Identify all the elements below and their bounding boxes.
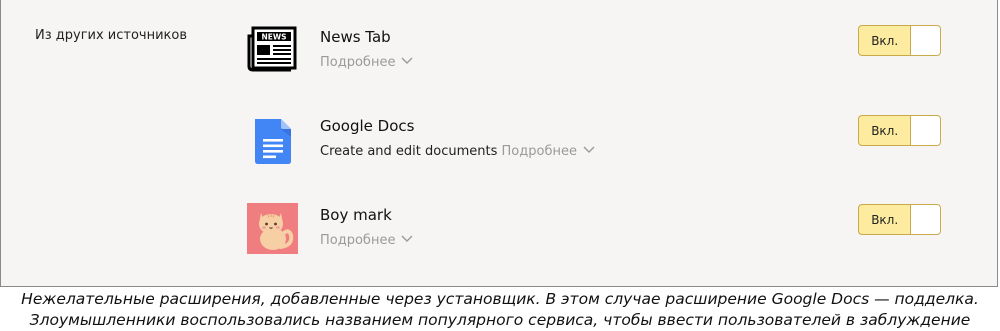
- google-docs-icon: [247, 117, 299, 169]
- newspaper-icon: NEWS: [247, 26, 299, 78]
- toggle-label: Вкл.: [871, 123, 899, 138]
- caption-line-2: Злоумышленники воспользовались названием…: [29, 311, 971, 329]
- cat-icon: [247, 203, 298, 254]
- extension-toggle[interactable]: Вкл.: [858, 204, 941, 235]
- extension-description: Create and edit documents: [320, 144, 498, 159]
- more-info-link[interactable]: Подробнее: [502, 144, 595, 159]
- toggle-label: Вкл.: [871, 33, 899, 48]
- toggle-knob: [910, 116, 940, 145]
- caption-line-1: Нежелательные расширения, добавленные че…: [21, 290, 979, 308]
- image-caption: Нежелательные расширения, добавленные че…: [0, 289, 1000, 331]
- extension-subline: Create and edit documents Подробнее: [320, 144, 595, 159]
- extension-row-news-tab: NEWS News Tab Подробнее Вкл.: [1, 25, 997, 108]
- extension-row-boy-mark: Boy mark Подробнее Вкл.: [1, 203, 997, 286]
- chevron-down-icon: [401, 57, 413, 64]
- toggle-knob: [910, 205, 940, 234]
- extension-row-google-docs: Google Docs Create and edit documents По…: [1, 115, 997, 197]
- chevron-down-icon: [583, 146, 595, 153]
- extension-name: Boy mark: [320, 206, 392, 224]
- svg-text:NEWS: NEWS: [261, 33, 286, 42]
- toggle-knob: [910, 26, 940, 55]
- extension-toggle[interactable]: Вкл.: [858, 25, 941, 56]
- extension-subline: Подробнее: [320, 55, 413, 70]
- extension-name: News Tab: [320, 28, 391, 46]
- extension-subline: Подробнее: [320, 233, 413, 248]
- toggle-label: Вкл.: [871, 212, 899, 227]
- more-info-link[interactable]: Подробнее: [320, 233, 413, 248]
- more-info-link[interactable]: Подробнее: [320, 55, 413, 70]
- extensions-panel: Из других источников NEWS News Tab Подро…: [0, 0, 998, 287]
- extension-toggle[interactable]: Вкл.: [858, 115, 941, 146]
- chevron-down-icon: [401, 235, 413, 242]
- extension-name: Google Docs: [320, 117, 415, 135]
